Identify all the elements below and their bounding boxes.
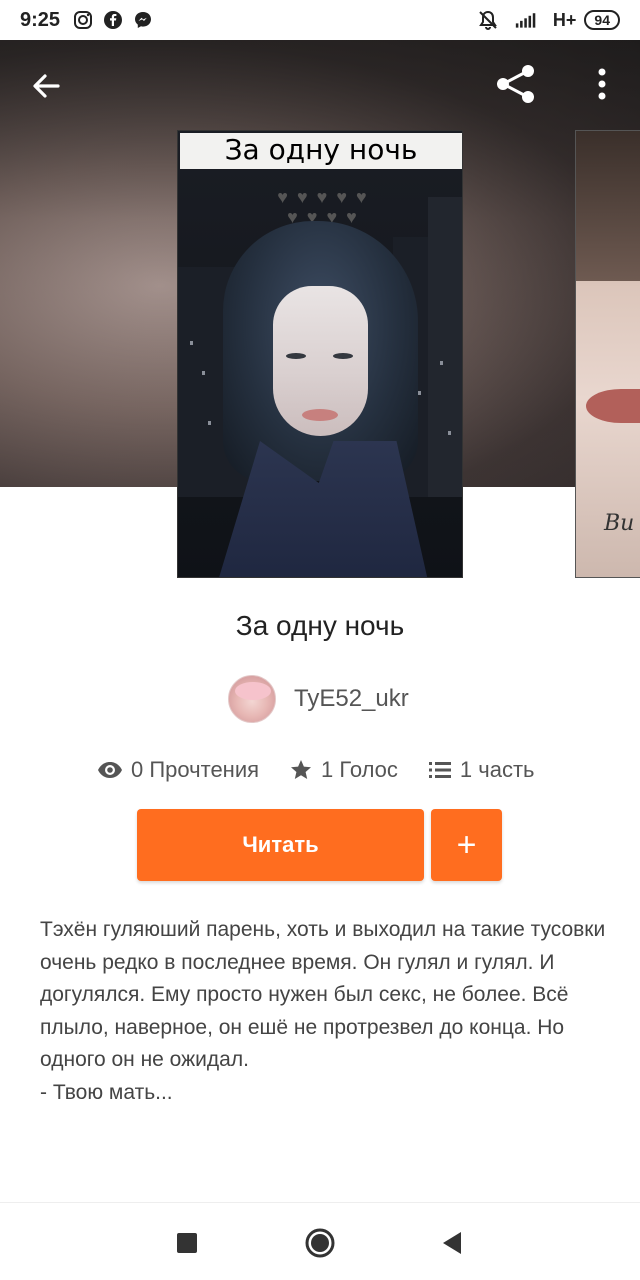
author-link[interactable]: TyE52_ukr (228, 674, 409, 724)
messenger-icon (132, 9, 154, 31)
cover-caption: За одну ночь (180, 133, 462, 169)
system-nav-bar (0, 1202, 640, 1280)
list-icon (428, 762, 451, 778)
battery-level: 94 (584, 10, 620, 30)
network-type: H+ (552, 9, 577, 30)
more-vertical-icon (598, 68, 606, 100)
cover-lips (302, 409, 338, 421)
share-button[interactable] (492, 60, 540, 108)
notifications-off-icon (477, 9, 499, 31)
cover-window (202, 371, 205, 375)
parts-count: 1 часть (459, 757, 535, 782)
next-story-cover[interactable]: Bu (575, 130, 640, 578)
next-cover-caption: Bu (604, 511, 635, 536)
cover-window (440, 361, 443, 365)
recent-apps-button[interactable] (167, 1223, 207, 1263)
back-nav-button[interactable] (432, 1223, 472, 1263)
cover-window (418, 391, 421, 395)
story-description: Тэхён гуляюший парень, хоть и выходил на… (40, 914, 610, 1109)
story-cover[interactable]: ♥ ♥ ♥ ♥ ♥ ♥ ♥ ♥ ♥ За одну ночь (177, 130, 463, 578)
votes-count: 1 Голос (321, 757, 398, 782)
story-title: За одну ночь (235, 610, 405, 641)
parts-stat: 1 часть (428, 757, 535, 783)
arrow-left-icon (33, 74, 60, 98)
status-bar: 9:25 H+ 94 (0, 0, 640, 40)
signal-icon (515, 9, 537, 31)
circle-icon (305, 1228, 335, 1258)
avatar[interactable] (228, 675, 276, 723)
story-stats: 0 Прочтения 1 Голос 1 часть (97, 754, 535, 786)
status-right: H+ 94 (477, 9, 620, 31)
next-cover-hair (576, 131, 640, 281)
cover-window (190, 341, 193, 345)
next-cover-lips (586, 389, 640, 423)
reads-stat: 0 Прочтения (97, 757, 259, 783)
eye-icon (98, 762, 122, 778)
votes-stat: 1 Голос (289, 757, 398, 783)
cover-window (448, 431, 451, 435)
read-button[interactable]: Читать (137, 809, 424, 881)
home-button[interactable] (300, 1223, 340, 1263)
description-text: Тэхён гуляюший парень, хоть и выходил на… (40, 918, 606, 1104)
back-button[interactable] (22, 62, 70, 110)
author-name[interactable]: TyE52_ukr (294, 685, 409, 713)
cover-eye (286, 353, 306, 359)
share-icon (497, 65, 534, 103)
screen: 9:25 H+ 94 ♥ ♥ ♥ ♥ ♥ ♥ ♥ ♥ ♥ За одну ноч… (0, 0, 640, 1280)
square-icon (177, 1233, 197, 1253)
status-time: 9:25 (20, 8, 61, 31)
add-to-library-button[interactable]: + (431, 809, 502, 881)
instagram-icon (72, 9, 94, 31)
reads-count: 0 Прочтения (131, 757, 260, 782)
star-icon (291, 760, 312, 779)
cover-window (208, 421, 211, 425)
cover-building (428, 197, 462, 497)
facebook-icon (102, 9, 124, 31)
more-options-button[interactable] (578, 60, 626, 108)
triangle-back-icon (443, 1232, 461, 1254)
cover-eye (333, 353, 353, 359)
